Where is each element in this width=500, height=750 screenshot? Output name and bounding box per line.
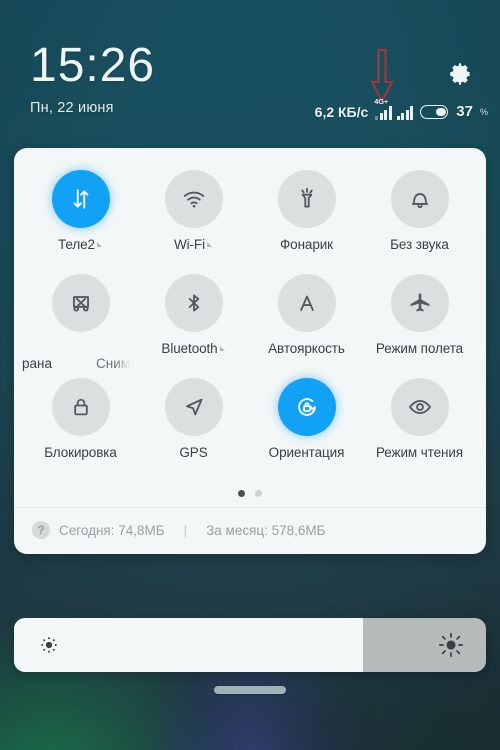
lockscreen-clock: 15:26 Пн, 22 июня [30, 39, 156, 117]
tile-label: Блокировка [44, 445, 117, 460]
tile-circle [164, 274, 223, 332]
tile-circle [164, 378, 223, 436]
tile-circle [51, 274, 110, 332]
tile-circle [390, 170, 449, 228]
chevron-expand-icon[interactable] [96, 242, 102, 247]
tile-circle [51, 378, 110, 436]
battery-percent-symbol: % [479, 106, 488, 117]
tile-label: Автояркость [268, 341, 345, 356]
wifi-icon [183, 191, 204, 208]
page-dot-2[interactable] [255, 490, 262, 497]
brightness-slider-fill [14, 618, 364, 672]
lock-icon [73, 398, 88, 416]
ghost-label-2: Сним [96, 356, 131, 371]
clock-date: Пн, 22 июня [30, 100, 114, 116]
bluetooth-icon [188, 294, 199, 312]
tile-row: Bluetooth Автояркость Режим полета [24, 274, 476, 378]
rotation-lock-icon [297, 398, 316, 416]
chevron-expand-icon[interactable] [206, 242, 212, 247]
chevron-expand-icon[interactable] [219, 346, 225, 351]
tile-orientation-lock[interactable]: Ориентация [250, 378, 363, 482]
page-dot-1[interactable] [238, 490, 245, 497]
tile-circle [390, 274, 449, 332]
tile-mobile-data[interactable]: Теле2 [24, 170, 137, 274]
tile-label: Ориентация [268, 445, 345, 460]
airplane-icon [410, 293, 429, 312]
clock-time: 15:26 [30, 39, 156, 92]
bell-icon [411, 193, 428, 209]
usage-month-text: За месяц: 578,6МБ [206, 522, 326, 538]
usage-today-text: Сегодня: 74,8МБ [59, 522, 165, 538]
battery-icon [420, 104, 449, 119]
sun-low-icon [38, 634, 60, 656]
flashlight-icon [300, 187, 313, 208]
usage-separator: | [183, 522, 188, 538]
tile-bluetooth[interactable]: Bluetooth [137, 274, 250, 378]
tile-label: GPS [179, 445, 208, 460]
settings-gear-button[interactable] [446, 60, 474, 88]
ghost-label-1: рана [22, 356, 52, 371]
tile-label: Bluetooth [161, 341, 218, 356]
quick-settings-panel: Теле2 Wi-Fi Фонарик Без звука Bluetooth … [14, 148, 486, 554]
tile-circle [51, 170, 110, 228]
auto-brightness-icon [299, 295, 314, 311]
network-type-label: 4G+ [374, 96, 389, 106]
tile-circle [277, 170, 336, 228]
help-question-icon[interactable]: ? [32, 521, 50, 539]
tile-label: Режим полета [375, 341, 464, 356]
data-rate-text: 6,2 КБ/с [314, 103, 369, 120]
tile-label: Теле2 [58, 237, 95, 252]
tile-circle [390, 378, 449, 436]
tile-gps[interactable]: GPS [137, 378, 250, 482]
tile-reading-mode[interactable]: Режим чтения [363, 378, 476, 482]
tile-flashlight[interactable]: Фонарик [250, 170, 363, 274]
tile-circle [164, 170, 223, 228]
quick-settings-tile-grid: Теле2 Wi-Fi Фонарик Без звука Bluetooth … [14, 148, 486, 486]
tile-airplane-mode[interactable]: Режим полета [363, 274, 476, 378]
tile-label: Фонарик [280, 237, 333, 252]
signal-icon-sim1: 4G+ [374, 97, 392, 120]
statusbar-right-cluster: 6,2 КБ/с 4G+ 37 % [314, 97, 488, 121]
signal-icon-sim2 [396, 104, 414, 120]
tile-lock[interactable]: Блокировка [24, 378, 137, 482]
data-usage-bar[interactable]: ? Сегодня: 74,8МБ | За месяц: 578,6МБ [14, 507, 486, 554]
tile-label: Режим чтения [375, 445, 464, 460]
tile-label: Wi-Fi [174, 237, 205, 252]
tile-auto-brightness[interactable]: Автояркость [250, 274, 363, 378]
tile-row: Блокировка GPS Ориентация Режим чтения [24, 378, 476, 482]
screenshot-scissors-icon [72, 296, 89, 312]
tile-silent-mode[interactable]: Без звука [363, 170, 476, 274]
eye-icon [408, 400, 431, 414]
page-indicator [14, 486, 486, 507]
tile-wifi[interactable]: Wi-Fi [137, 170, 250, 274]
tile-circle [277, 274, 336, 332]
brightness-slider[interactable] [14, 618, 486, 672]
battery-percent-text: 37 [456, 103, 473, 120]
sun-high-icon [438, 632, 464, 658]
panel-drag-handle[interactable] [214, 686, 286, 694]
navigation-icon [185, 398, 203, 416]
data-transfer-icon [73, 189, 88, 209]
tile-circle [277, 378, 336, 436]
gear-icon [450, 63, 470, 85]
tile-label: Без звука [390, 237, 449, 252]
tile-row: Теле2 Wi-Fi Фонарик Без звука [24, 170, 476, 274]
